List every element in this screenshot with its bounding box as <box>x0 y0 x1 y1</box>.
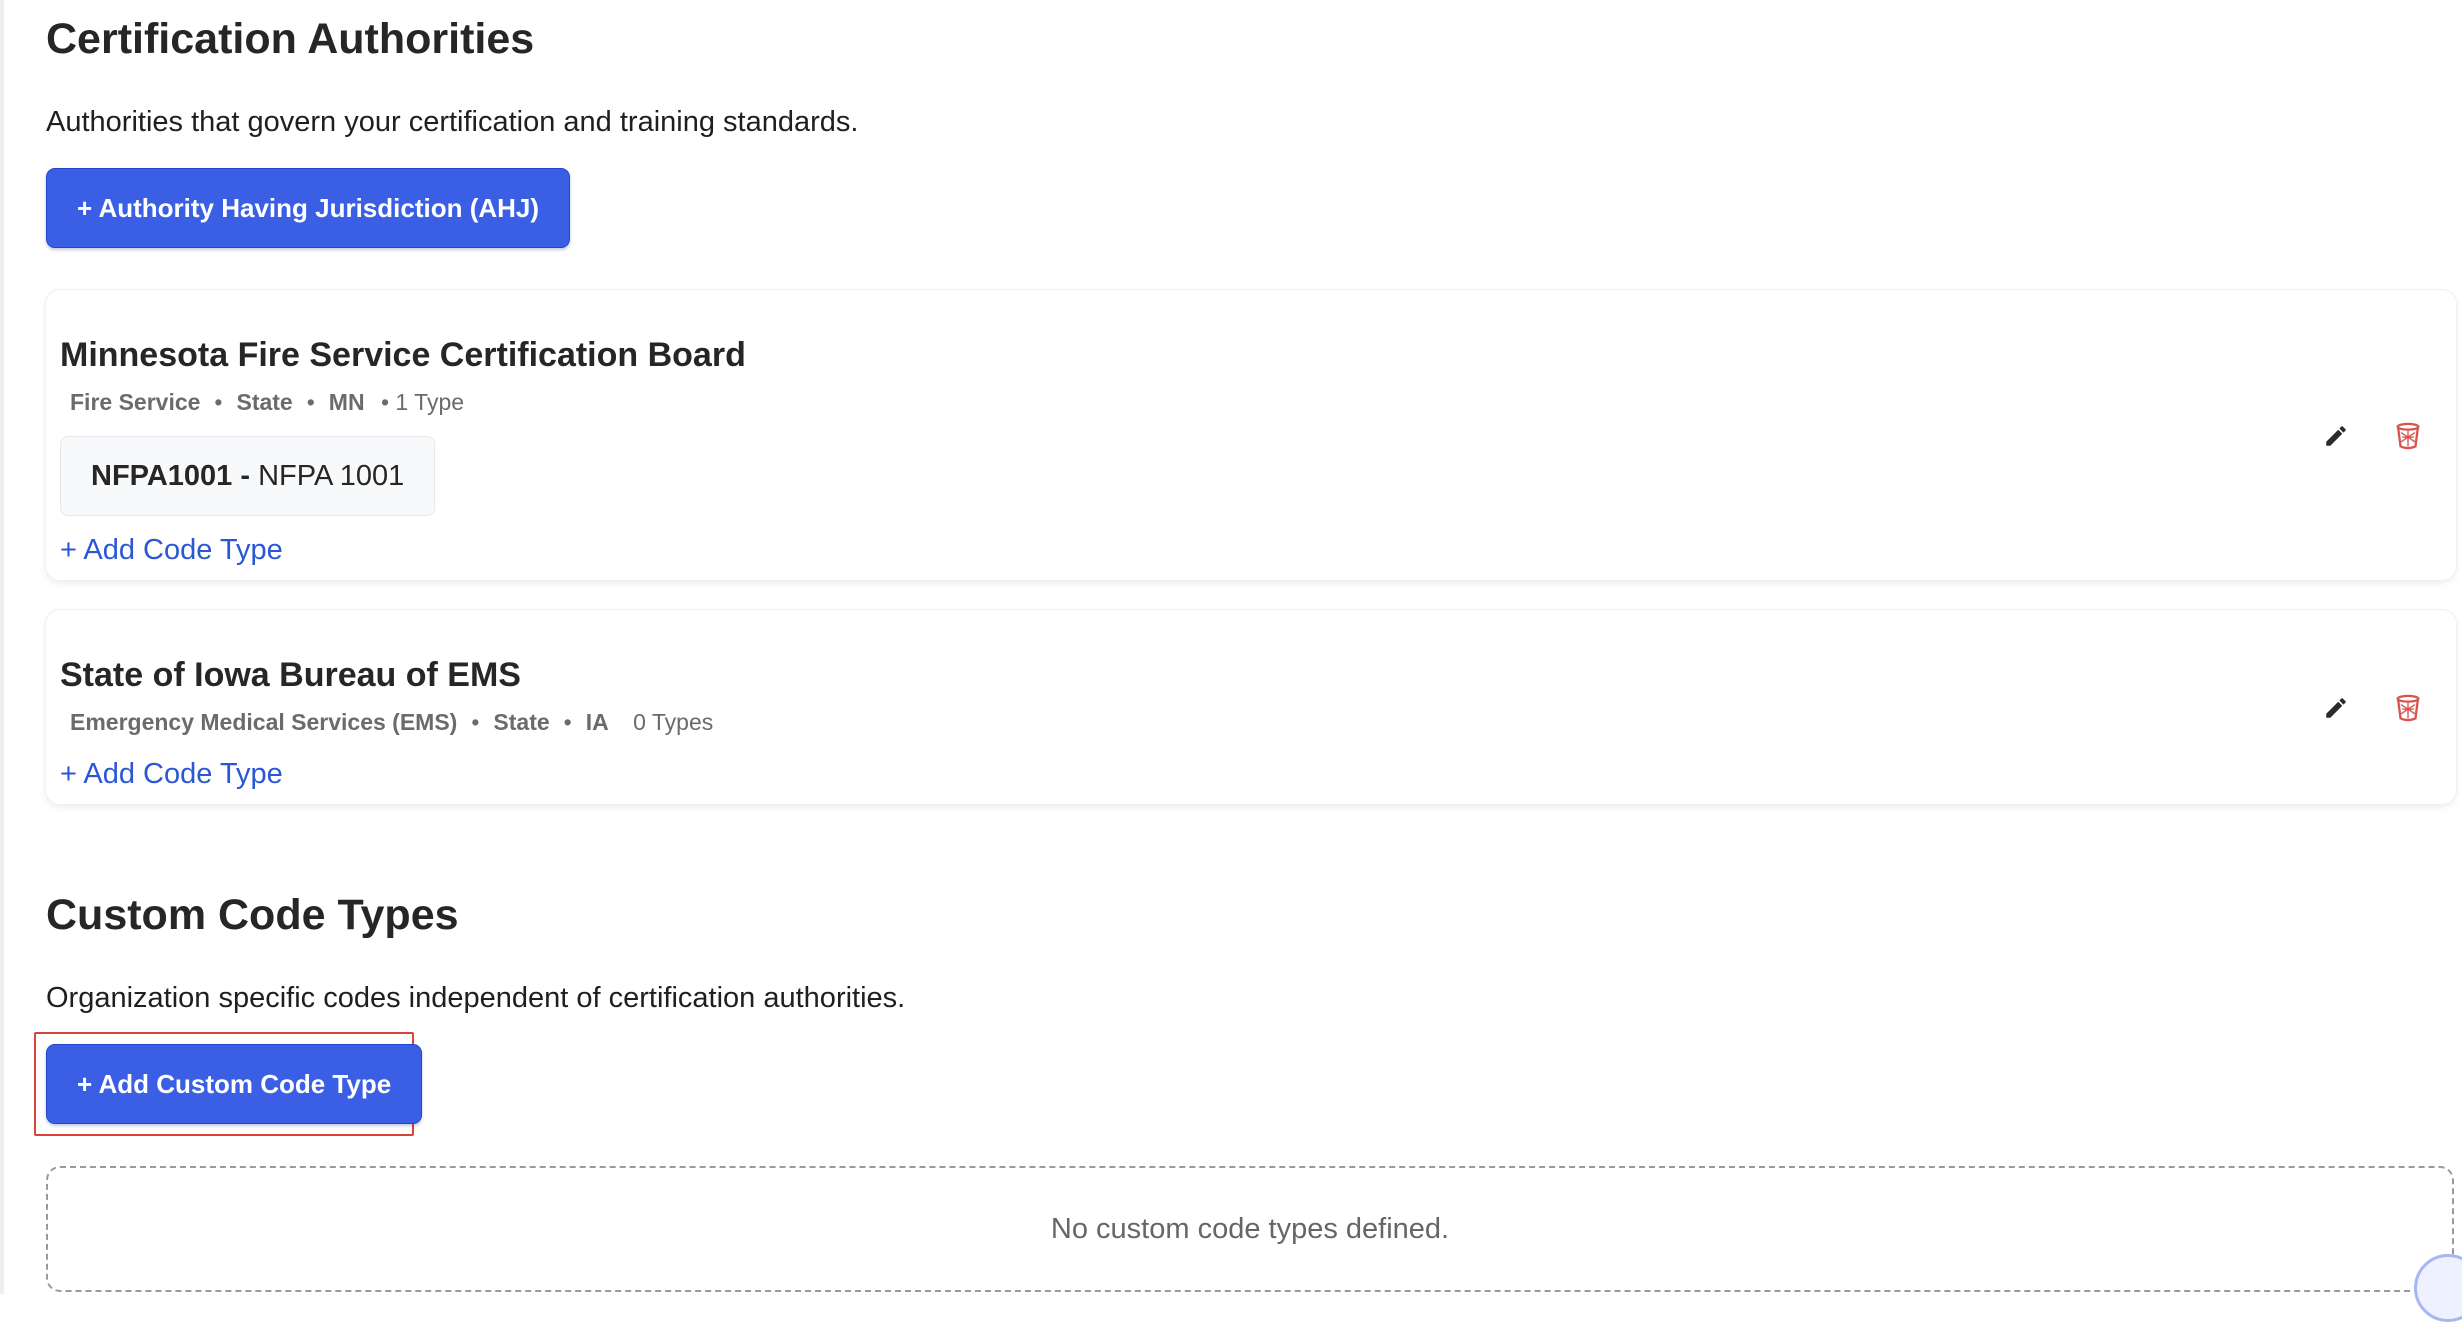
authority-level: State <box>493 709 550 735</box>
authority-name: State of Iowa Bureau of EMS <box>60 656 521 694</box>
certification-authorities-title: Certification Authorities <box>46 15 535 63</box>
authority-meta: Fire Service • State • MN • 1 Type <box>70 391 464 414</box>
code-type-code: NFPA1001 - <box>91 460 251 492</box>
authority-name: Minnesota Fire Service Certification Boa… <box>60 336 746 374</box>
authority-category: Emergency Medical Services (EMS) <box>70 709 458 735</box>
custom-code-types-empty-state: No custom code types defined. <box>46 1166 2454 1292</box>
edit-authority-button[interactable] <box>2316 688 2356 728</box>
empty-state-message: No custom code types defined. <box>1050 1212 1450 1245</box>
add-custom-code-type-button[interactable]: + Add Custom Code Type <box>46 1044 423 1124</box>
certification-authorities-description: Authorities that govern your certificati… <box>46 106 859 138</box>
authority-card-iowa: State of Iowa Bureau of EMS Emergency Me… <box>46 610 2456 804</box>
authority-region: IA <box>585 709 609 735</box>
authority-card-minnesota: Minnesota Fire Service Certification Boa… <box>46 290 2456 580</box>
separator: • <box>306 389 315 415</box>
custom-code-types-title: Custom Code Types <box>46 891 459 939</box>
authority-category: Fire Service <box>70 389 201 415</box>
authority-type-count: • 1 Type <box>380 389 465 415</box>
authority-level: State <box>236 389 293 415</box>
left-border <box>0 0 4 1294</box>
authority-meta: Emergency Medical Services (EMS) • State • I… <box>70 711 713 734</box>
delete-authority-button[interactable] <box>2388 688 2428 728</box>
authority-type-count: 0 Types <box>633 709 714 735</box>
code-type-chip[interactable]: NFPA1001 - NFPA 1001 <box>60 436 436 516</box>
code-type-label: NFPA 1001 <box>258 460 405 492</box>
edit-authority-button[interactable] <box>2316 416 2356 456</box>
add-code-type-link[interactable]: + Add Code Type <box>60 760 283 789</box>
pencil-icon <box>2326 426 2346 446</box>
pencil-icon <box>2326 698 2346 718</box>
custom-code-types-description: Organization specific codes independent … <box>46 982 906 1014</box>
separator: • <box>471 709 480 735</box>
separator: • <box>214 389 223 415</box>
authority-region: MN <box>328 389 365 415</box>
trash-icon <box>2396 422 2420 450</box>
separator: • <box>563 709 572 735</box>
add-code-type-link[interactable]: + Add Code Type <box>60 536 283 565</box>
add-authority-button[interactable]: + Authority Having Jurisdiction (AHJ) <box>46 168 571 248</box>
trash-icon <box>2396 694 2420 722</box>
delete-authority-button[interactable] <box>2388 416 2428 456</box>
